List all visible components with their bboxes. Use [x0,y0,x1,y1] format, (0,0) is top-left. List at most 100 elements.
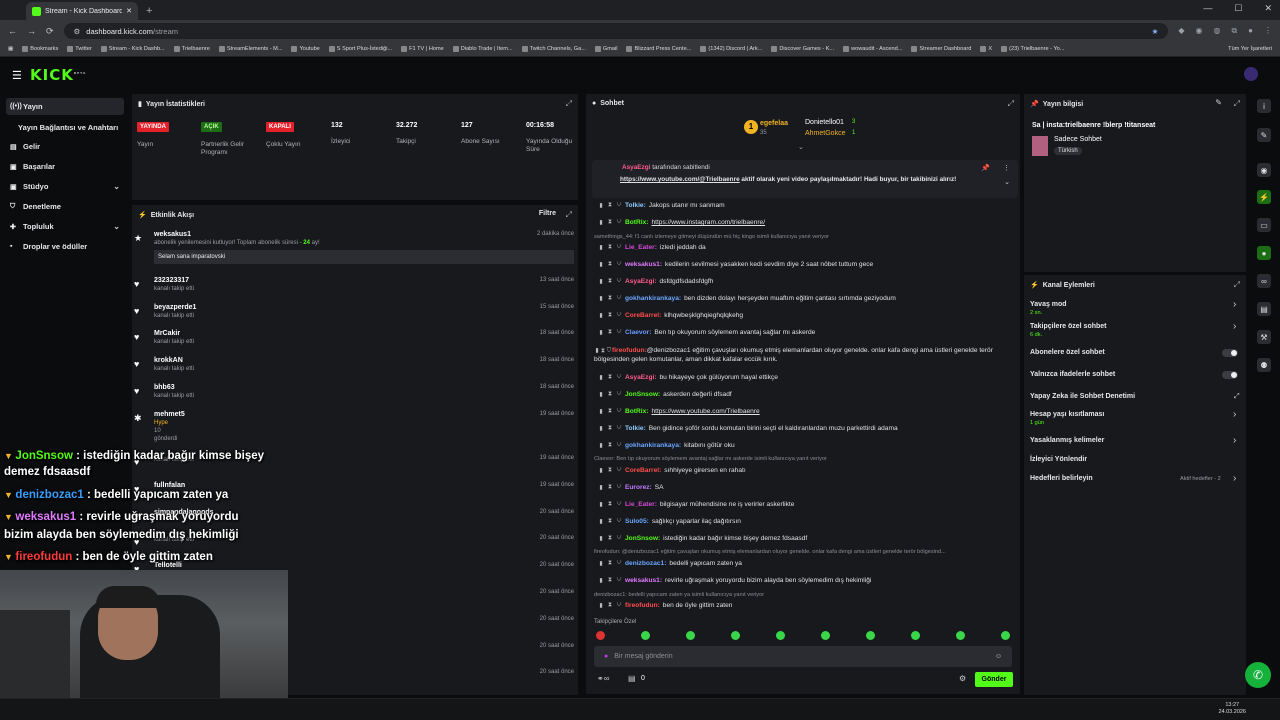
chat-message[interactable]: ▮ ⧗ ⛉ weksakus1: revirle uğraşmak yoruyordu … [598,577,1016,584]
bookmark-item[interactable]: StreamElements - M... [218,46,282,52]
bookmark-item[interactable]: F1 TV | Home [401,46,444,52]
activity-username[interactable]: beyazperde1 [154,304,578,311]
extension-icon[interactable]: ◆ [1178,26,1184,36]
timeout-icon[interactable]: ⧗ [607,261,613,268]
chat-message[interactable]: ▮ ⧗ ⛉ Lie_Eater: bilgisayar mühendisine ne i… [598,501,1016,508]
sidebar-item-studio[interactable]: ▣ Stüdyo ⌄ [6,178,124,195]
bookmark-item[interactable]: Streamer Dashboard [911,46,971,52]
chat-message[interactable]: ▮ ⧗ ⛉ BotRix: https://www.instagram.com/trie… [598,219,1016,226]
bookmark-item[interactable]: Blizzard Press Cente... [626,46,691,52]
activity-username[interactable]: MrCakir [154,330,578,337]
toggle-switch[interactable] [1222,349,1238,357]
expand-icon[interactable]: ⤢ [566,99,572,109]
chat-username[interactable]: fireofudun: [625,602,660,609]
menu-icon[interactable]: ⋮ [1264,26,1272,36]
extension-icon[interactable]: ◉ [1195,26,1202,36]
ban-icon[interactable]: ⛉ [616,501,622,508]
bookmark-item[interactable]: (23) Trielbaenre - Yo... [1001,46,1064,52]
chat-message[interactable]: ▮ ⧗ ⛉ CoreBarrel: klhqwbeşklghqieghqlqkehg [598,312,1016,319]
trash-icon[interactable]: ▮ [598,244,604,251]
all-bookmarks[interactable]: Tüm Yer İşaretleri [1228,46,1272,52]
timeout-icon[interactable]: ⧗ [607,244,613,251]
emote-icon[interactable] [776,631,785,640]
activity-username[interactable]: mehmet5 [154,411,578,418]
chat-message[interactable]: ▮ ⧗ ⛉ fireofudun: ben de öyle gittim zaten [598,602,1016,609]
chat-message[interactable]: ▮ ⧗ ⛉ JonSnsow: askerden değerli dfsadf [598,391,1016,398]
bookmark-item[interactable]: Gmail [594,46,617,52]
close-tab-icon[interactable]: ✕ [126,7,132,15]
external-link-icon[interactable]: ⤢ [1234,393,1240,401]
timeout-icon[interactable]: ⧗ [607,484,613,491]
forward-icon[interactable]: → [27,26,36,36]
chat-message[interactable]: ▮ ⧗ ⛉ Eurorez: SA [598,484,1016,491]
puzzle-icon[interactable]: ⧉ [1231,26,1237,36]
ban-icon[interactable]: ⛉ [616,244,622,251]
trash-icon[interactable]: ▮ [598,535,604,542]
ban-icon[interactable]: ⛉ [616,312,622,319]
trash-icon[interactable]: ▮ [598,219,604,226]
stream-category[interactable]: Sadece Sohbet [1054,136,1102,143]
emote-icon[interactable] [821,631,830,640]
list-icon[interactable]: ▤ [1257,302,1271,316]
maximize-icon[interactable]: ☐ [1234,3,1242,14]
timeout-icon[interactable]: ⧗ [607,295,613,302]
expand-icon[interactable]: ⤢ [566,210,572,220]
bookmark-star-icon[interactable]: ★ [1152,27,1159,36]
settings-gear-icon[interactable]: ⚙ [959,674,966,683]
kick-logo[interactable]: KICKBETA [30,66,86,84]
chat-username[interactable]: JonSnsow: [625,535,660,542]
chevron-right-icon[interactable]: › [1233,409,1236,420]
link-icon[interactable]: ∞ [1257,274,1271,288]
timeout-icon[interactable]: ⧗ [607,219,613,226]
chat-message[interactable]: ▮ ⧗ ⛉fireofudun:@denizbozac1 eğitim çavuşl… [594,346,1014,364]
ban-icon[interactable]: ⛉ [616,467,622,474]
edit-icon[interactable]: ✎ [1215,98,1222,107]
chat-message[interactable]: ▮ ⧗ ⛉ AsyaEzgi: dsfdgdfsdadsfdgfh [598,278,1016,285]
chat-link[interactable]: https://www.instagram.com/trielbaenre/ [651,219,765,226]
url-field[interactable]: ⚙ dashboard.kick.com/stream ★ [63,23,1169,39]
chat-message[interactable]: ▮ ⧗ ⛉ gokhankirankaya: ben dizden dolayı her… [598,295,1016,302]
timeout-icon[interactable]: ⧗ [607,278,613,285]
chevron-down-icon[interactable]: ⌄ [1004,178,1010,186]
sidebar-item-achievements[interactable]: ▣ Başarılar [6,158,124,175]
ban-icon[interactable]: ⛉ [616,261,622,268]
chat-username[interactable]: AsyaEzgi: [625,278,657,285]
bookmark-item[interactable]: X [980,46,992,52]
bubble-icon[interactable]: ● [1257,246,1271,260]
timeout-icon[interactable]: ⧗ [607,467,613,474]
timeout-icon[interactable]: ⧗ [607,501,613,508]
sidebar-item-community[interactable]: ✚ Topluluk ⌄ [6,218,124,235]
people-icon[interactable]: ⚉ [1257,358,1271,372]
toggle-switch[interactable] [1222,371,1238,379]
activity-username[interactable]: krokkAN [154,357,578,364]
timeout-icon[interactable]: ⧗ [607,329,613,336]
bookmark-item[interactable]: wowaudit - Ascend... [843,46,902,52]
chat-message[interactable]: ▮ ⧗ ⛉ Tolkie: Jakops utanır mı sanmam [598,202,1016,209]
browser-tab[interactable]: Stream - Kick Dashboard ✕ [26,2,138,20]
activity-username[interactable]: 232323317 [154,277,578,284]
chat-message[interactable]: ▮ ⧗ ⛉ Claevor: Ben tıp okuyorum söylemem ava… [598,329,1016,336]
trash-icon[interactable]: ▮ [598,391,604,398]
emote-icon[interactable] [686,631,695,640]
whatsapp-icon[interactable]: ✆ [1245,662,1271,688]
ban-icon[interactable]: ⛉ [616,425,622,432]
chevron-right-icon[interactable]: › [1233,321,1236,332]
ban-icon[interactable]: ⛉ [616,374,622,381]
ban-icon[interactable]: ⛉ [616,484,622,491]
hammer-icon[interactable]: ⚒ [1257,330,1271,344]
trash-icon[interactable]: ▮ [598,577,604,584]
ban-icon[interactable]: ⛉ [616,278,622,285]
sidebar-item-stream[interactable]: ((•)) Yayın [6,98,124,115]
timeout-icon[interactable]: ⧗ [607,312,613,319]
trash-icon[interactable]: ▮ [598,329,604,336]
trash-icon[interactable]: ▮ [598,408,604,415]
filter-button[interactable]: Filtre [539,210,556,217]
trash-icon[interactable]: ▮ [598,560,604,567]
bookmark-item[interactable]: Twitch Channels, Ga... [521,46,586,52]
chat-username[interactable]: Lie_Eater: [625,244,657,251]
ban-icon[interactable]: ⛉ [616,602,622,609]
emote-icon[interactable] [1001,631,1010,640]
ban-icon[interactable]: ⛉ [616,577,622,584]
pinned-by[interactable]: AsyaEzgi [622,164,650,171]
leaderboard-second-name[interactable]: Donietello01 [805,119,844,126]
